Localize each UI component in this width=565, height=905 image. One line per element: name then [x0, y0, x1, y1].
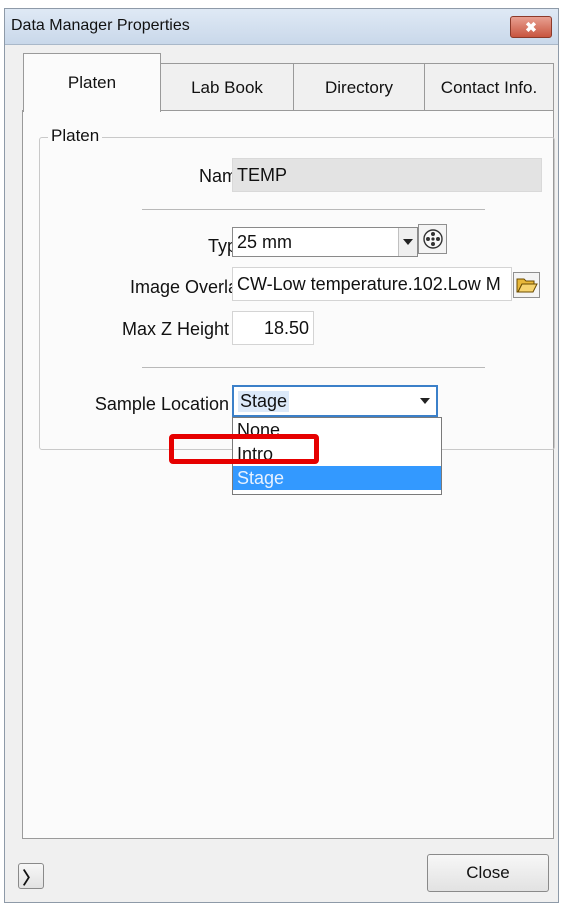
highlight-annotation — [169, 434, 319, 464]
tab-directory[interactable]: Directory — [293, 63, 425, 111]
image-overlay-value: CW-Low temperature.102.Low M — [237, 273, 501, 294]
tab-platen[interactable]: Platen — [23, 53, 161, 112]
tab-label: Platen — [67, 73, 117, 92]
dropdown-option-stage[interactable]: Stage — [233, 466, 441, 490]
sample-location-value: Stage — [238, 390, 290, 412]
title-bar[interactable]: Data Manager Properties ✖ — [5, 9, 558, 45]
tab-label: Directory — [324, 77, 393, 97]
chevron-right-icon: 〉 — [22, 868, 40, 888]
expand-button[interactable]: 〉 — [18, 863, 44, 889]
chevron-down-icon — [403, 239, 413, 245]
platen-layout-icon — [422, 229, 443, 249]
sample-location-select[interactable]: Stage — [232, 385, 438, 417]
name-field: TEMP — [232, 158, 542, 192]
close-button[interactable]: Close — [427, 854, 549, 892]
type-value: 25 mm — [237, 231, 293, 252]
image-overlay-label: Image Overlay — [129, 277, 247, 297]
close-button-label: Close — [466, 863, 510, 882]
browse-folder-button[interactable] — [513, 272, 540, 298]
window-title: Data Manager Properties — [11, 17, 190, 34]
tab-label: Lab Book — [191, 77, 263, 97]
max-z-height-value: 18.50 — [263, 317, 309, 338]
type-select[interactable]: 25 mm — [232, 227, 418, 257]
platen-layout-button[interactable] — [418, 224, 447, 254]
tab-strip: Platen Lab Book Directory Contact Info. — [5, 49, 558, 112]
tab-label: Contact Info. — [440, 77, 538, 97]
close-window-button[interactable]: ✖ — [510, 16, 552, 38]
max-z-height-label: Max Z Height — [121, 319, 229, 339]
close-icon: ✖ — [525, 18, 537, 35]
groupbox-title: Platen — [48, 126, 103, 146]
tab-panel-platen: Platen Name TEMP Type 25 mm Image Overla… — [22, 110, 555, 839]
sample-location-label: Sample Location — [94, 394, 229, 414]
type-dropdown-button[interactable] — [398, 228, 417, 256]
tab-lab-book[interactable]: Lab Book — [160, 63, 294, 111]
chevron-down-icon — [420, 398, 430, 404]
max-z-height-field[interactable]: 18.50 — [232, 311, 314, 345]
tab-contact-info[interactable]: Contact Info. — [424, 63, 554, 111]
image-overlay-field[interactable]: CW-Low temperature.102.Low M — [232, 267, 512, 301]
separator — [142, 209, 485, 210]
name-value: TEMP — [237, 164, 288, 185]
separator — [142, 367, 485, 368]
folder-open-icon — [516, 278, 538, 293]
